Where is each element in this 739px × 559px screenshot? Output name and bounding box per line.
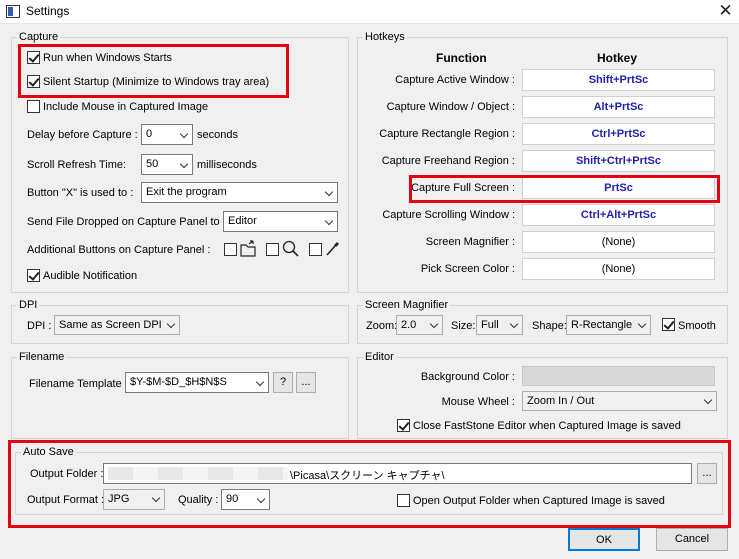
scroll-refresh-unit: milliseconds (197, 159, 257, 171)
shape-label: Shape: (532, 320, 567, 332)
audible-notification-checkbox[interactable] (27, 269, 40, 282)
size-value: Full (481, 319, 499, 331)
chevron-down-icon (255, 377, 265, 387)
additional-buttons-label: Additional Buttons on Capture Panel : (27, 244, 211, 256)
chevron-down-icon (166, 319, 176, 329)
title-bar: Settings ✕ (0, 0, 739, 24)
eyedropper-icon (326, 242, 339, 256)
magnifier-icon (282, 240, 299, 257)
highlight-full-screen-hotkey (409, 175, 720, 203)
ok-button[interactable]: OK (568, 528, 640, 551)
highlight-startup-options (18, 44, 289, 98)
hotkey-label-pick-screen-color: Pick Screen Color : (420, 263, 515, 275)
include-mouse-label[interactable]: Include Mouse in Captured Image (43, 100, 208, 114)
close-editor-label[interactable]: Close FastStone Editor when Captured Ima… (413, 419, 681, 433)
dpi-label: DPI : (27, 320, 52, 332)
hotkey-field-rectangle-region[interactable]: Ctrl+PrtSc (522, 123, 715, 145)
hotkey-label-screen-magnifier: Screen Magnifier : (425, 236, 515, 248)
delay-select[interactable]: 0 (141, 124, 193, 145)
audible-notification-label[interactable]: Audible Notification (43, 269, 137, 283)
chevron-down-icon (179, 159, 189, 169)
app-icon (6, 5, 20, 18)
chevron-down-icon (637, 319, 647, 329)
shape-select[interactable]: R-Rectangle (566, 315, 651, 335)
window-title: Settings (26, 4, 70, 18)
filename-template-label: Filename Template : (29, 378, 128, 390)
scroll-refresh-label: Scroll Refresh Time: (27, 159, 127, 171)
button-x-select[interactable]: Exit the program (141, 182, 338, 203)
size-select[interactable]: Full (476, 315, 523, 335)
delay-label: Delay before Capture : (27, 129, 138, 141)
filename-template-combo[interactable]: $Y-$M-$D_$H$N$S (125, 372, 269, 393)
hotkey-label-active-window: Capture Active Window : (395, 74, 515, 86)
hotkey-field-window-object[interactable]: Alt+PrtSc (522, 96, 715, 118)
screen-magnifier-legend: Screen Magnifier (363, 298, 451, 312)
filename-help-button[interactable]: ? (273, 372, 293, 393)
mouse-wheel-label: Mouse Wheel : (441, 396, 515, 408)
hotkeys-hotkey-header: Hotkey (597, 51, 638, 65)
zoom-select[interactable]: 2.0 (396, 315, 443, 335)
hotkeys-legend: Hotkeys (363, 30, 407, 44)
close-editor-checkbox[interactable] (397, 419, 410, 432)
hotkey-field-active-window[interactable]: Shift+PrtSc (522, 69, 715, 91)
send-file-select[interactable]: Editor (223, 211, 338, 232)
chevron-down-icon (324, 187, 334, 197)
send-file-value: Editor (228, 215, 257, 227)
smooth-checkbox[interactable] (662, 318, 675, 331)
cancel-button[interactable]: Cancel (656, 528, 728, 551)
chevron-down-icon (179, 129, 189, 139)
hotkey-field-freehand-region[interactable]: Shift+Ctrl+PrtSc (522, 150, 715, 172)
button-x-value: Exit the program (146, 186, 227, 198)
dpi-value: Same as Screen DPI (59, 319, 162, 331)
zoom-label: Zoom: (366, 320, 398, 332)
delay-value: 0 (146, 128, 153, 140)
filename-legend: Filename (17, 350, 67, 364)
hotkey-label-scrolling-window: Capture Scrolling Window : (382, 209, 515, 221)
delay-unit: seconds (197, 129, 238, 141)
capture-legend: Capture (17, 30, 61, 44)
size-label: Size: (451, 320, 476, 332)
hotkey-field-screen-magnifier[interactable]: (None) (522, 231, 715, 253)
open-folder-icon (240, 240, 256, 257)
hotkeys-function-header: Function (436, 51, 487, 65)
chevron-down-icon (429, 319, 439, 329)
dpi-legend: DPI (17, 298, 40, 312)
smooth-label[interactable]: Smooth (678, 319, 716, 333)
hotkey-field-pick-screen-color[interactable]: (None) (522, 258, 715, 280)
close-icon[interactable]: ✕ (712, 0, 739, 24)
mouse-wheel-value: Zoom In / Out (527, 395, 595, 407)
send-file-label: Send File Dropped on Capture Panel to : (27, 216, 226, 228)
hotkey-label-window-object: Capture Window / Object : (386, 101, 515, 113)
editor-legend: Editor (363, 350, 396, 364)
scroll-refresh-select[interactable]: 50 (141, 154, 193, 175)
background-color-label: Background Color : (420, 371, 515, 383)
chevron-down-icon (509, 319, 519, 329)
filename-template-value: $Y-$M-$D_$H$N$S (130, 376, 227, 388)
include-mouse-checkbox[interactable] (27, 100, 40, 113)
dpi-select[interactable]: Same as Screen DPI (54, 315, 180, 335)
chevron-down-icon (703, 395, 713, 405)
chevron-down-icon (324, 216, 334, 226)
shape-value: R-Rectangle (571, 319, 633, 331)
mouse-wheel-select[interactable]: Zoom In / Out (522, 391, 717, 411)
highlight-auto-save (8, 440, 731, 528)
scroll-refresh-value: 50 (146, 158, 159, 170)
filename-more-button[interactable]: ... (296, 372, 316, 393)
color-picker-button-checkbox[interactable] (309, 243, 322, 256)
hotkey-label-rectangle-region: Capture Rectangle Region : (379, 128, 515, 140)
hotkey-label-freehand-region: Capture Freehand Region : (381, 155, 515, 167)
magnifier-button-checkbox[interactable] (266, 243, 279, 256)
open-file-button-checkbox[interactable] (224, 243, 237, 256)
filename-group: Filename (11, 350, 349, 439)
button-x-label: Button "X" is used to : (27, 187, 134, 199)
background-color-swatch[interactable] (522, 366, 715, 386)
hotkey-field-scrolling-window[interactable]: Ctrl+Alt+PrtSc (522, 204, 715, 226)
zoom-value: 2.0 (401, 319, 417, 331)
